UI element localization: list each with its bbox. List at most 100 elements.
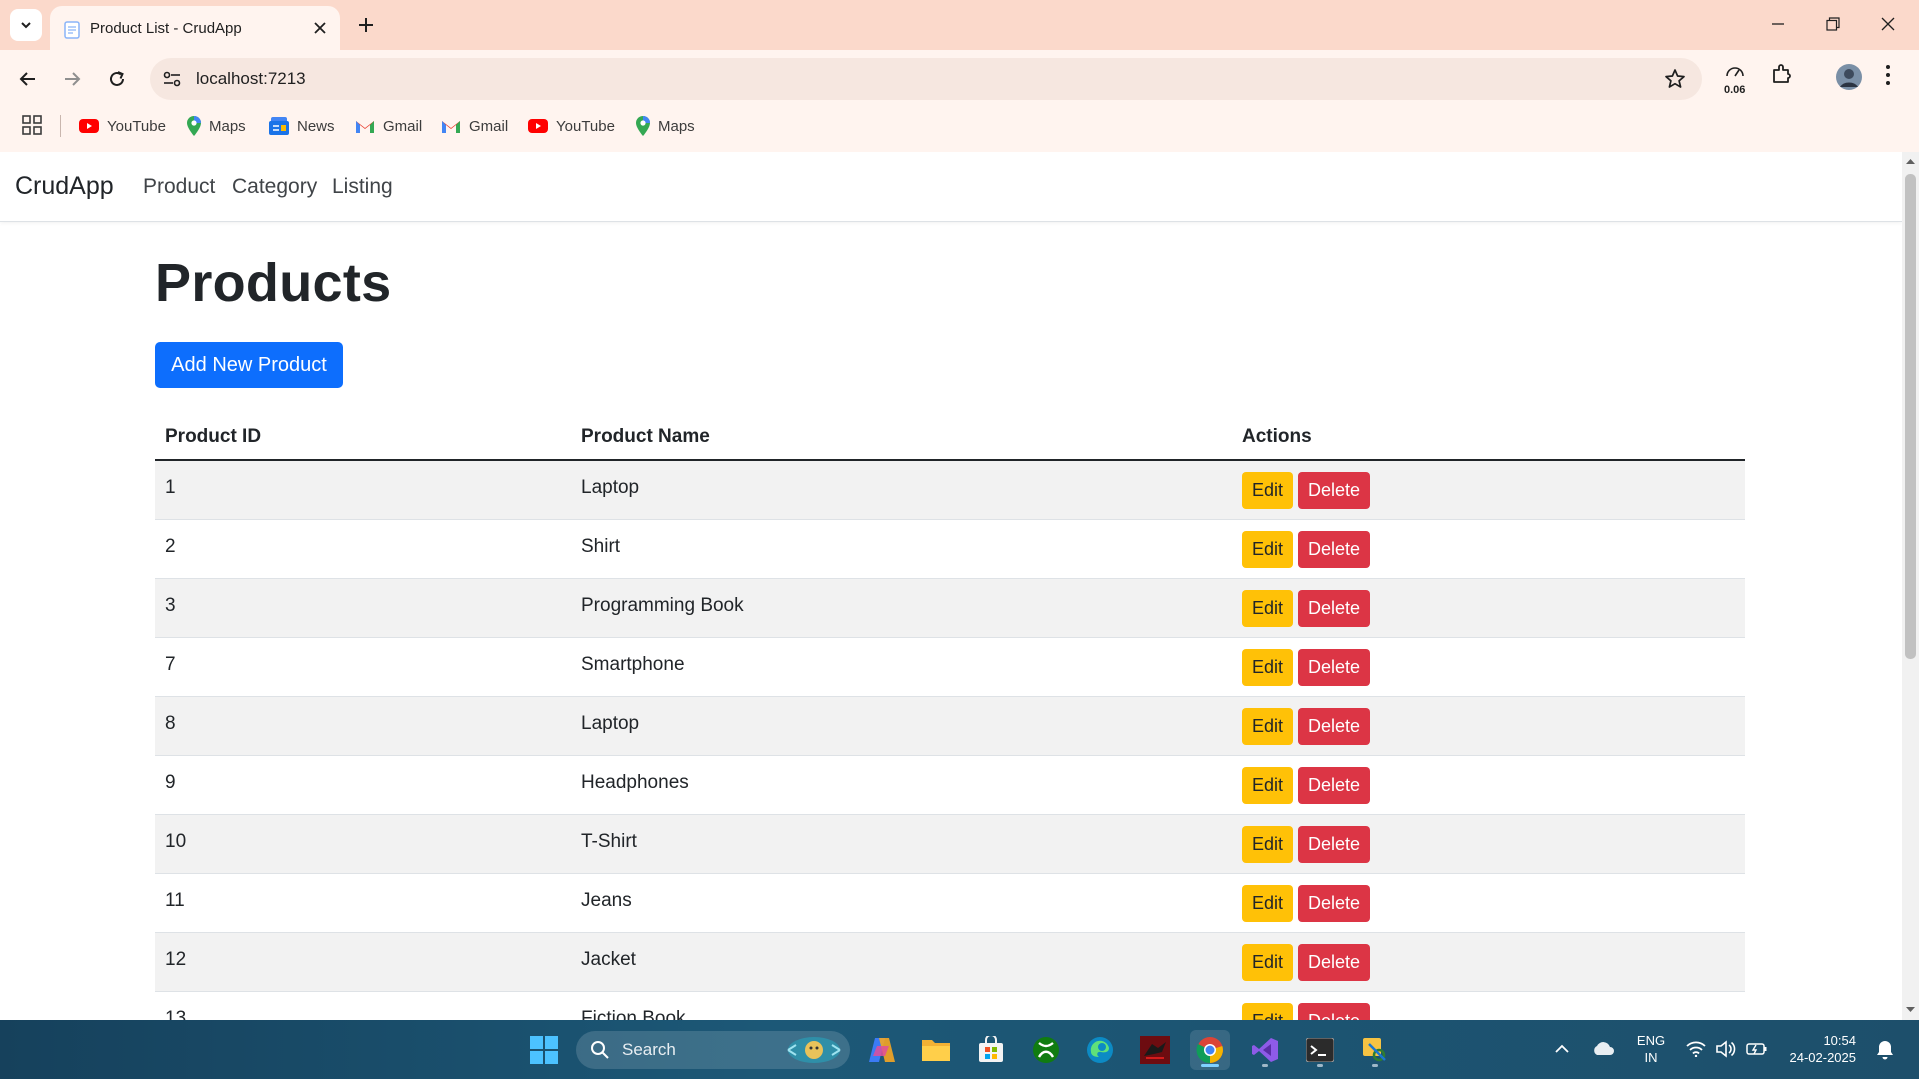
bookmark-maps[interactable]: Maps <box>187 116 246 136</box>
url-text[interactable]: localhost:7213 <box>196 69 306 89</box>
delete-button[interactable]: Delete <box>1298 885 1370 922</box>
taskbar-file-explorer[interactable] <box>916 1030 956 1070</box>
delete-button[interactable]: Delete <box>1298 649 1370 686</box>
delete-button[interactable]: Delete <box>1298 472 1370 509</box>
input-language[interactable]: ENG IN <box>1636 1032 1666 1066</box>
new-tab-button[interactable] <box>352 11 380 39</box>
edit-button[interactable]: Edit <box>1242 767 1293 804</box>
edit-button[interactable]: Edit <box>1242 944 1293 981</box>
kebab-menu-icon[interactable] <box>1885 64 1891 86</box>
onedrive-cloud-icon[interactable] <box>1591 1042 1615 1056</box>
clock[interactable]: 10:54 24-02-2025 <box>1780 1032 1857 1066</box>
product-name-cell: Headphones <box>581 772 689 793</box>
extensions-icon[interactable] <box>1770 62 1794 86</box>
speed-value: 0.06 <box>1724 84 1746 96</box>
wifi-icon[interactable] <box>1686 1041 1706 1057</box>
bookmark-star-icon[interactable] <box>1664 68 1686 90</box>
site-info-icon[interactable] <box>160 67 184 91</box>
nav-link-listing[interactable]: Listing <box>332 175 393 199</box>
page-scrollbar[interactable] <box>1902 152 1919 1020</box>
taskbar-search[interactable]: Search <box>576 1031 850 1069</box>
app-navbar: CrudApp Product Category Listing <box>0 152 1902 222</box>
taskbar-game-app[interactable] <box>1135 1030 1175 1070</box>
product-name-cell: Jacket <box>581 949 636 970</box>
bookmark-news[interactable]: News <box>269 116 335 136</box>
speed-icon[interactable] <box>1724 64 1746 78</box>
delete-button[interactable]: Delete <box>1298 944 1370 981</box>
close-icon <box>1881 17 1895 31</box>
navbar-brand[interactable]: CrudApp <box>15 172 114 201</box>
delete-button[interactable]: Delete <box>1298 708 1370 745</box>
region-code: IN <box>1644 1050 1658 1065</box>
edit-button[interactable]: Edit <box>1242 708 1293 745</box>
edit-button[interactable]: Edit <box>1242 826 1293 863</box>
taskbar-copilot[interactable] <box>862 1030 902 1070</box>
scroll-up-arrow-icon[interactable] <box>1906 157 1915 166</box>
product-id-cell: 13 <box>165 1008 187 1020</box>
maps-pin-icon <box>187 116 201 136</box>
add-new-product-button[interactable]: Add New Product <box>155 342 343 388</box>
reload-button[interactable] <box>102 64 132 94</box>
game-app-icon <box>1140 1036 1170 1064</box>
taskbar-terminal[interactable] <box>1300 1030 1340 1070</box>
edit-button[interactable]: Edit <box>1242 885 1293 922</box>
chevron-up-icon[interactable] <box>1555 1044 1569 1054</box>
tab-title: Product List - CrudApp <box>90 20 242 37</box>
bookmark-label: Maps <box>209 117 246 135</box>
apps-grid-icon[interactable] <box>22 115 42 135</box>
tab-strip: Product List - CrudApp <box>0 0 1919 50</box>
products-table: Product ID Product Name Actions 1 Laptop… <box>155 412 1745 1020</box>
scroll-down-arrow-icon[interactable] <box>1906 1005 1915 1014</box>
tab-close-button[interactable] <box>310 18 330 38</box>
delete-button[interactable]: Delete <box>1298 590 1370 627</box>
edge-icon <box>1087 1037 1113 1063</box>
search-placeholder: Search <box>622 1040 676 1059</box>
delete-button[interactable]: Delete <box>1298 826 1370 863</box>
taskbar-edge[interactable] <box>1080 1030 1120 1070</box>
browser-tab-active[interactable]: Product List - CrudApp <box>50 6 340 50</box>
nav-link-product[interactable]: Product <box>143 175 215 199</box>
forward-button[interactable] <box>57 64 87 94</box>
notification-bell-icon[interactable] <box>1876 1040 1894 1060</box>
product-name-cell: Fiction Book <box>581 1008 686 1020</box>
edit-button[interactable]: Edit <box>1242 1003 1293 1020</box>
bookmark-gmail[interactable]: Gmail <box>441 116 508 136</box>
close-window-button[interactable] <box>1868 8 1908 40</box>
taskbar-visual-studio[interactable] <box>1245 1030 1285 1070</box>
delete-button[interactable]: Delete <box>1298 531 1370 568</box>
column-header-id: Product ID <box>165 426 262 447</box>
taskbar-store[interactable] <box>971 1030 1011 1070</box>
taskbar-snipping-tool[interactable] <box>1355 1030 1395 1070</box>
column-header-name: Product Name <box>581 426 710 447</box>
edit-button[interactable]: Edit <box>1242 590 1293 627</box>
minimize-button[interactable] <box>1758 8 1798 40</box>
youtube-icon <box>528 119 548 133</box>
scrollbar-thumb[interactable] <box>1905 174 1916 659</box>
nav-link-category[interactable]: Category <box>232 175 317 199</box>
bookmark-youtube[interactable]: YouTube <box>528 116 615 136</box>
product-id-cell: 11 <box>165 890 185 911</box>
battery-charging-icon[interactable] <box>1746 1041 1768 1057</box>
delete-button[interactable]: Delete <box>1298 767 1370 804</box>
edit-button[interactable]: Edit <box>1242 472 1293 509</box>
product-id-cell: 3 <box>165 595 176 616</box>
bookmark-gmail[interactable]: Gmail <box>355 116 422 136</box>
taskbar-xbox[interactable] <box>1026 1030 1066 1070</box>
edit-button[interactable]: Edit <box>1242 531 1293 568</box>
start-button[interactable] <box>524 1030 564 1070</box>
delete-button[interactable]: Delete <box>1298 1003 1370 1020</box>
tab-search-button[interactable] <box>10 9 42 41</box>
taskbar-chrome[interactable] <box>1190 1030 1230 1070</box>
volume-icon[interactable] <box>1716 1040 1736 1058</box>
back-button[interactable] <box>13 64 43 94</box>
address-bar[interactable]: localhost:7213 <box>150 58 1702 100</box>
restore-button[interactable] <box>1813 8 1853 40</box>
edit-button[interactable]: Edit <box>1242 649 1293 686</box>
product-id-cell: 2 <box>165 536 176 557</box>
profile-avatar[interactable] <box>1835 63 1863 91</box>
column-header-actions: Actions <box>1242 426 1312 447</box>
search-icon <box>591 1041 609 1059</box>
bookmark-youtube[interactable]: YouTube <box>79 116 166 136</box>
table-row: 8 Laptop Edit Delete <box>155 697 1745 756</box>
bookmark-maps[interactable]: Maps <box>636 116 695 136</box>
